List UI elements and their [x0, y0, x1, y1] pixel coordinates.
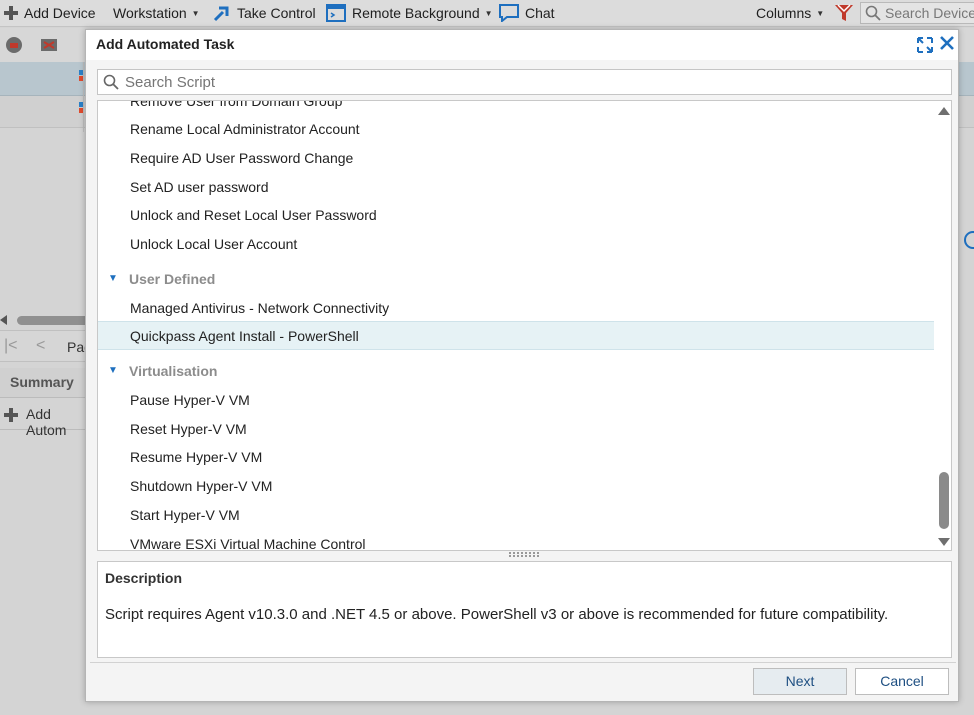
- next-button[interactable]: Next: [753, 668, 847, 695]
- workstation-dropdown[interactable]: Workstation ▼: [113, 0, 200, 27]
- dialog-title: Add Automated Task: [96, 36, 235, 52]
- list-item[interactable]: Shutdown Hyper-V VM: [98, 472, 934, 500]
- refresh-icon[interactable]: [959, 28, 974, 448]
- plus-icon: [4, 6, 18, 20]
- search-icon: [865, 5, 881, 21]
- group-label: Virtualisation: [129, 363, 218, 379]
- filter-button[interactable]: [834, 0, 854, 27]
- chevron-down-icon: ▼: [191, 8, 200, 18]
- summary-tab-label: Summary: [10, 374, 74, 390]
- chevron-down-icon: ▼: [484, 8, 493, 18]
- list-item[interactable]: Resume Hyper-V VM: [98, 443, 934, 471]
- chat-icon: [499, 4, 519, 22]
- group-header-user-defined[interactable]: ▼ User Defined: [98, 265, 934, 293]
- list-item[interactable]: Pause Hyper-V VM: [98, 386, 934, 414]
- main-toolbar: Add Device Workstation ▼ Take Control Re…: [0, 0, 974, 27]
- list-item[interactable]: Managed Antivirus - Network Connectivity: [98, 294, 934, 322]
- list-item[interactable]: Remove User from Domain Group: [98, 101, 934, 115]
- pager-bar: |< < Pag: [0, 330, 92, 362]
- remove-monitor-icon[interactable]: [38, 34, 60, 56]
- list-item[interactable]: Unlock Local User Account: [98, 230, 934, 258]
- column-divider: [83, 62, 84, 132]
- plus-icon: [4, 408, 18, 422]
- workstation-label: Workstation: [113, 5, 187, 21]
- filter-icon: [835, 4, 853, 21]
- first-page-icon[interactable]: |<: [4, 337, 18, 355]
- description-title: Description: [105, 570, 183, 586]
- script-search-field: [97, 69, 952, 95]
- prev-page-icon[interactable]: <: [36, 337, 45, 355]
- add-automated-task-dialog: Add Automated Task Remove User from Doma…: [85, 29, 959, 702]
- vertical-scrollbar[interactable]: [936, 101, 951, 550]
- chevron-down-icon: ▼: [816, 8, 825, 18]
- device-search-input[interactable]: Search Devices: [860, 2, 974, 24]
- take-control-button[interactable]: Take Control: [213, 0, 316, 27]
- resize-handle-icon[interactable]: [509, 552, 539, 558]
- add-device-label: Add Device: [24, 5, 96, 21]
- tab-summary[interactable]: Summary: [0, 368, 90, 398]
- footer-divider: [90, 662, 956, 663]
- chat-button[interactable]: Chat: [499, 0, 555, 27]
- script-list: Remove User from Domain Group Rename Loc…: [97, 100, 952, 551]
- columns-dropdown[interactable]: Columns ▼: [756, 0, 824, 27]
- script-search-input[interactable]: [123, 72, 923, 92]
- list-item[interactable]: VMware ESXi Virtual Machine Control: [98, 530, 934, 550]
- caret-down-icon: ▼: [108, 365, 118, 376]
- remote-background-dropdown[interactable]: Remote Background ▼: [326, 0, 493, 27]
- add-automated-task-button[interactable]: Add Autom: [0, 400, 90, 438]
- columns-label: Columns: [756, 5, 812, 21]
- description-panel: Description Script requires Agent v10.3.…: [97, 561, 952, 658]
- list-item[interactable]: Rename Local Administrator Account: [98, 115, 934, 143]
- take-control-label: Take Control: [237, 5, 316, 21]
- list-item[interactable]: Reset Hyper-V VM: [98, 415, 934, 443]
- maximize-icon[interactable]: [916, 36, 934, 54]
- vertical-scroll-thumb[interactable]: [939, 472, 949, 529]
- list-item[interactable]: Set AD user password: [98, 173, 934, 201]
- list-item[interactable]: Unlock and Reset Local User Password: [98, 201, 934, 229]
- device-search-placeholder: Search Devices: [885, 5, 974, 21]
- search-icon: [103, 74, 119, 90]
- caret-down-icon: ▼: [108, 273, 118, 284]
- scroll-up-icon[interactable]: [938, 107, 950, 115]
- description-text: Script requires Agent v10.3.0 and .NET 4…: [105, 606, 889, 623]
- close-icon[interactable]: [938, 34, 956, 52]
- list-item[interactable]: Start Hyper-V VM: [98, 501, 934, 529]
- terminal-icon: [326, 4, 346, 22]
- monitor-icon[interactable]: [3, 34, 25, 56]
- dialog-header: Add Automated Task: [86, 30, 958, 60]
- scroll-down-icon[interactable]: [938, 538, 950, 546]
- add-device-button[interactable]: Add Device: [4, 0, 96, 27]
- add-automated-label: Add Autom: [26, 406, 67, 438]
- cancel-button[interactable]: Cancel: [855, 668, 949, 695]
- remote-background-label: Remote Background: [352, 5, 480, 21]
- group-header-virtualisation[interactable]: ▼ Virtualisation: [98, 357, 934, 385]
- group-label: User Defined: [129, 271, 216, 287]
- chat-label: Chat: [525, 5, 555, 21]
- remote-control-icon: [213, 6, 229, 22]
- horizontal-scroll-thumb[interactable]: [17, 316, 92, 325]
- list-item[interactable]: Require AD User Password Change: [98, 144, 934, 172]
- list-item-selected[interactable]: Quickpass Agent Install - PowerShell: [98, 321, 934, 350]
